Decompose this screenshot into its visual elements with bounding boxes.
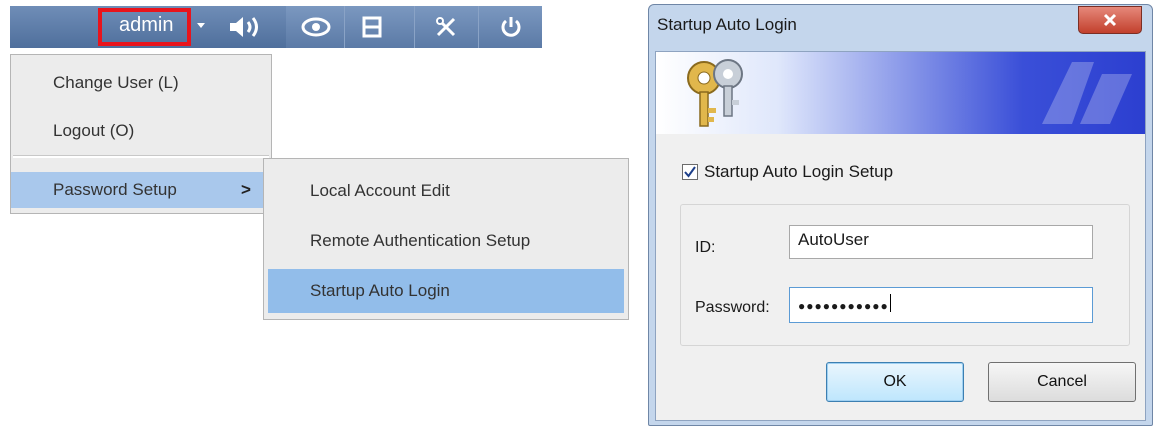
menu-item-change-user[interactable]: Change User (L) <box>11 65 271 101</box>
toolbar-divider <box>344 6 345 48</box>
cancel-button-label: Cancel <box>1037 373 1087 390</box>
toolbar-divider <box>414 6 415 48</box>
submenu-item-label: Local Account Edit <box>310 181 450 200</box>
watermark-logo <box>1042 62 1132 124</box>
submenu-item-label: Startup Auto Login <box>310 281 450 300</box>
user-dropdown-menu: Change User (L) Logout (O) Password Setu… <box>10 54 272 214</box>
power-icon <box>501 17 521 37</box>
submenu-item-label: Remote Authentication Setup <box>310 231 531 250</box>
highlight-box <box>98 8 191 46</box>
dialog-title: Startup Auto Login <box>657 15 797 34</box>
keys-icon <box>687 59 743 127</box>
toolbar-divider <box>478 6 479 48</box>
tools-icon <box>436 17 456 37</box>
close-icon <box>1103 13 1117 27</box>
chevron-right-icon: > <box>241 180 251 199</box>
submenu-item-startup-auto-login[interactable]: Startup Auto Login <box>268 269 624 313</box>
id-label: ID: <box>695 239 716 256</box>
auto-login-checkbox[interactable] <box>682 164 698 180</box>
eye-icon <box>301 17 331 37</box>
ok-button[interactable]: OK <box>826 362 964 402</box>
volume-icon <box>230 17 258 37</box>
menu-item-password-setup[interactable]: Password Setup > <box>11 172 271 208</box>
playback-button[interactable] <box>350 6 394 48</box>
id-value: AutoUser <box>798 230 869 249</box>
toolbar: admin <box>10 6 542 48</box>
password-value: ●●●●●●●●●●● <box>798 299 889 313</box>
auto-login-checkbox-row[interactable]: Startup Auto Login Setup <box>682 162 893 182</box>
volume-button[interactable] <box>218 6 274 48</box>
menu-item-label: Logout (O) <box>53 121 135 140</box>
dialog-banner <box>656 52 1145 134</box>
film-icon <box>362 16 382 38</box>
password-field[interactable]: ●●●●●●●●●●● <box>789 287 1093 323</box>
checkmark-icon <box>684 166 696 178</box>
credentials-group: ID: AutoUser Password: ●●●●●●●●●●● <box>680 204 1130 346</box>
live-view-button[interactable] <box>294 6 338 48</box>
menu-item-label: Password Setup <box>53 180 177 199</box>
ok-button-label: OK <box>883 373 907 390</box>
menu-item-logout[interactable]: Logout (O) <box>11 113 271 149</box>
id-field[interactable]: AutoUser <box>789 225 1093 259</box>
startup-auto-login-dialog: Startup Auto Login Startup Auto Login Se… <box>648 4 1153 426</box>
menu-item-label: Change User (L) <box>53 73 179 92</box>
submenu-item-local-account-edit[interactable]: Local Account Edit <box>268 169 624 213</box>
password-setup-submenu: Local Account Edit Remote Authentication… <box>263 158 629 320</box>
cancel-button[interactable]: Cancel <box>988 362 1136 402</box>
setup-button[interactable] <box>424 6 468 48</box>
dialog-body: Startup Auto Login Setup ID: AutoUser Pa… <box>655 51 1146 421</box>
submenu-item-remote-authentication-setup[interactable]: Remote Authentication Setup <box>268 219 624 263</box>
password-label: Password: <box>695 299 770 316</box>
checkbox-label: Startup Auto Login Setup <box>704 162 894 181</box>
menu-divider <box>13 155 269 158</box>
power-button[interactable] <box>486 6 536 48</box>
chevron-down-icon <box>197 23 205 28</box>
close-button[interactable] <box>1078 6 1142 34</box>
text-caret <box>889 293 891 312</box>
